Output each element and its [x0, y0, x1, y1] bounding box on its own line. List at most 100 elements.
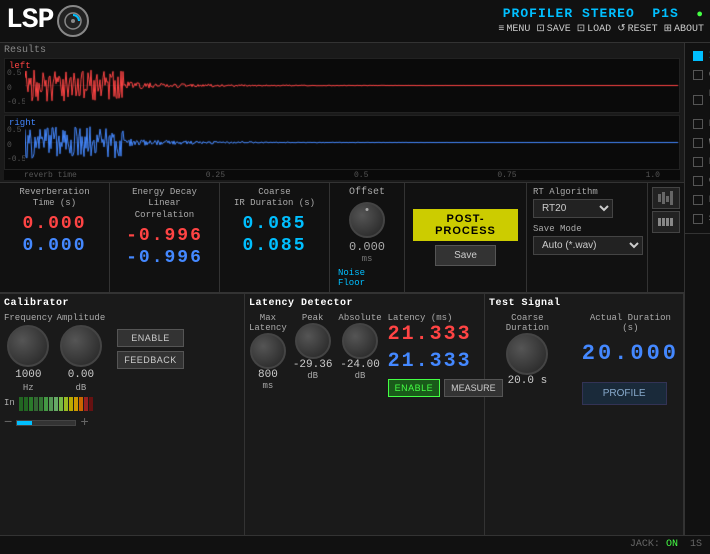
save-mode-label: Save Mode — [533, 224, 641, 234]
status-item-calibrating: CALIBRATING — [685, 66, 710, 85]
actual-dur-label: Actual Duration (s) — [582, 313, 679, 333]
header-right: PROFILER STEREO P1S ● ≡ MENU ⊡ SAVE ⊡ LO… — [498, 6, 704, 35]
calibrator-title: Calibrator — [4, 298, 240, 309]
status-item-preprocessing: PREPROCESSING — [685, 115, 710, 134]
jack-status: ON — [666, 539, 678, 550]
rt-save-area: RT Algorithm RT20 RT30 RT60 Save Mode Au… — [527, 183, 647, 292]
right-channel-label: right — [9, 118, 36, 128]
right-sidebar: IDLECALIBRATINGDETECTING LATENCYPREPROCE… — [684, 43, 710, 535]
waveform-icon-1[interactable] — [652, 187, 680, 209]
offset-label: Offset — [349, 187, 385, 198]
calibrator-enable-btn[interactable]: ENABLE — [117, 329, 184, 347]
absolute-knob[interactable] — [342, 323, 378, 359]
reverb-left-val: 0.000 — [22, 214, 86, 234]
peak-label: Peak — [302, 313, 324, 323]
about-menu-btn[interactable]: ⊞ ABOUT — [664, 23, 704, 35]
peak-db-val: -29.36 — [293, 359, 333, 371]
status-dot — [693, 95, 703, 105]
minus-btn[interactable]: − — [4, 415, 12, 431]
reverberation-metric: Reverberation Time (s) 0.000 0.000 — [0, 183, 110, 292]
max-latency-knob[interactable] — [250, 333, 286, 369]
freq-label: Frequency — [4, 313, 53, 323]
status-dot — [693, 70, 703, 80]
save-button[interactable]: Save — [435, 245, 496, 266]
left-waveform: left 0.5 0 -0.5 — [4, 58, 680, 113]
profile-button[interactable]: PROFILE — [582, 382, 667, 405]
amp-knob[interactable] — [60, 325, 102, 367]
post-process-button[interactable]: POST-PROCESS — [413, 209, 518, 241]
status-dot — [693, 214, 703, 224]
coarse-dur-label: Coarse Duration — [489, 313, 566, 333]
bottom-panels: Calibrator Frequency 1000 Hz Amplitude 0… — [0, 293, 684, 535]
status-dot — [693, 138, 703, 148]
save-mode-block: Save Mode Auto (*.wav) WAV — [533, 224, 641, 255]
latency-val1: 21.333 — [388, 323, 472, 346]
status-item-saving: SAVING — [685, 210, 710, 229]
logo-text: LSP — [6, 5, 53, 36]
coarse-left-val: 0.085 — [242, 214, 306, 234]
calibrator-bottom: − + — [4, 415, 240, 431]
coarse-dur-knob[interactable] — [506, 333, 548, 375]
post-process-area: POST-PROCESS Save — [405, 183, 527, 292]
version-label: 1S — [690, 539, 702, 550]
status-dot — [693, 119, 703, 129]
calibrator-feedback-btn[interactable]: FEEDBACK — [117, 351, 184, 369]
menu-btn[interactable]: ≡ MENU — [498, 24, 530, 35]
amp-unit: dB — [76, 383, 87, 393]
plus-btn[interactable]: + — [80, 415, 88, 431]
vu-meter — [19, 397, 93, 411]
waveform-icon-2[interactable] — [652, 211, 680, 233]
profiler-title: PROFILER STEREO P1S ● — [503, 6, 704, 21]
status-list: IDLECALIBRATINGDETECTING LATENCYPREPROCE… — [685, 47, 710, 229]
freq-knob[interactable] — [7, 325, 49, 367]
logo-icon — [57, 5, 89, 37]
header: LSP PROFILER STEREO P1S ● ≡ MENU ⊡ SAVE … — [0, 0, 710, 43]
coarse-right-val: 0.085 — [242, 236, 306, 256]
status-dot — [693, 157, 703, 167]
energy-right-val: -0.996 — [126, 248, 203, 268]
save-menu-btn[interactable]: ⊡ SAVE — [536, 23, 570, 35]
energy-decay-metric: Energy Decay Linear Correlation -0.996 -… — [110, 183, 220, 292]
in-label: In — [4, 398, 15, 408]
peak-knob[interactable] — [295, 323, 331, 359]
reset-menu-btn[interactable]: ↺ RESET — [617, 23, 657, 35]
status-item-waiting: WAITING — [685, 134, 710, 153]
freq-unit: Hz — [23, 383, 34, 393]
menu-bar: ≡ MENU ⊡ SAVE ⊡ LOAD ↺ RESET ⊞ ABOUT — [498, 23, 704, 35]
status-item-recording: RECORDING — [685, 153, 710, 172]
latency-panel: Latency Detector Max Latency 800 ms Peak — [245, 294, 485, 535]
latency-val2: 21.333 — [388, 350, 472, 373]
status-dot — [693, 176, 703, 186]
status-item-postprocessing: POSTPROCESSING — [685, 191, 710, 210]
bottom-status-bar: JACK: ON 1S — [0, 535, 710, 554]
metrics-row: Reverberation Time (s) 0.000 0.000 Energ… — [0, 183, 684, 293]
test-signal-title: Test Signal — [489, 298, 679, 309]
latency-enable-btn[interactable]: ENABLE — [388, 379, 441, 397]
reverb-right-val: 0.000 — [22, 236, 86, 256]
max-latency-unit: ms — [263, 381, 274, 391]
status-item-idle: IDLE — [685, 47, 710, 66]
amp-label: Amplitude — [57, 313, 106, 323]
amp-val: 0.00 — [68, 369, 94, 381]
max-latency-val: 800 — [258, 369, 278, 381]
freq-val: 1000 — [15, 369, 41, 381]
offset-knob[interactable] — [349, 202, 385, 238]
status-dot — [693, 195, 703, 205]
status-dot — [693, 51, 703, 61]
peak-unit: dB — [307, 371, 318, 381]
coarse-ir-metric: Coarse IR Duration (s) 0.085 0.085 — [220, 183, 330, 292]
results-section: Results left 0.5 0 -0.5 — [0, 43, 684, 183]
main-area: Results left 0.5 0 -0.5 — [0, 43, 710, 535]
logo-area: LSP — [6, 5, 89, 37]
save-mode-select[interactable]: Auto (*.wav) WAV — [533, 236, 643, 255]
status-item-detecting-latency: DETECTING LATENCY — [685, 85, 710, 115]
noise-floor-label: Noise Floor — [338, 268, 396, 288]
rt-algorithm-label: RT Algorithm — [533, 187, 641, 197]
waveform-icons — [647, 183, 684, 292]
latency-title: Latency Detector — [249, 298, 480, 309]
rt-algorithm-select[interactable]: RT20 RT30 RT60 — [533, 199, 613, 218]
x-axis: reverb time 0.25 0.5 0.75 1.0 — [4, 170, 680, 180]
offset-val: 0.000 — [349, 240, 385, 254]
abs-unit: dB — [355, 371, 366, 381]
load-menu-btn[interactable]: ⊡ LOAD — [577, 23, 611, 35]
